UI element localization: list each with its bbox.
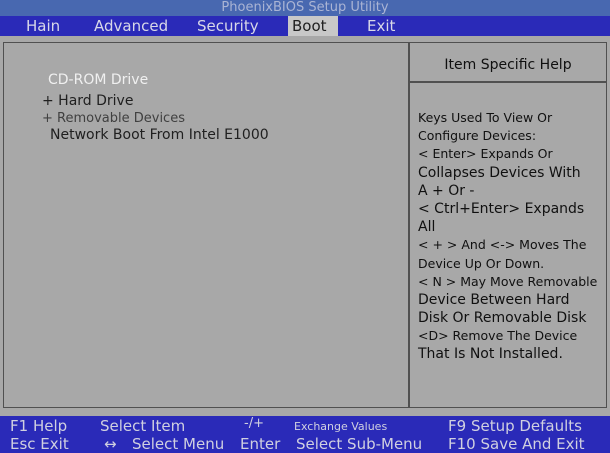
help-line: < Enter> Expands Or [418, 146, 553, 162]
menu-security[interactable]: Security [193, 16, 263, 36]
boot-item-hard-drive[interactable]: + Hard Drive [42, 93, 133, 109]
f9-defaults-key[interactable]: F9 Setup Defaults [448, 417, 582, 435]
menu-boot[interactable]: Boot [288, 16, 338, 36]
help-line: < Ctrl+Enter> Expands [418, 200, 585, 217]
help-line: All [418, 219, 436, 236]
f1-help-key[interactable]: F1 Help [10, 417, 67, 435]
enter-key[interactable]: Enter [240, 435, 280, 453]
menu-advanced[interactable]: Advanced [90, 16, 172, 36]
status-bar: F1 Help Select Item -/+ Exchange Values … [0, 416, 610, 453]
help-header: Item Specific Help [410, 43, 606, 83]
boot-item-network[interactable]: Network Boot From Intel E1000 [50, 127, 269, 143]
help-line: Keys Used To View Or [418, 110, 553, 125]
help-line: Collapses Devices With [418, 164, 581, 181]
select-submenu-label: Select Sub-Menu [296, 435, 423, 453]
help-line: That Is Not Installed. [418, 346, 563, 363]
help-line: Disk Or Removable Disk [418, 310, 587, 327]
select-item-label: Select Item [100, 417, 186, 435]
help-pane: Item Specific Help Keys Used To View Or … [410, 43, 606, 407]
boot-order-pane: CD-ROM Drive + Hard Drive + Removable De… [4, 43, 410, 407]
menu-main[interactable]: Hain [22, 16, 64, 36]
help-line: <D> Remove The Device [418, 328, 578, 344]
help-line: Device Between Hard [418, 291, 570, 308]
esc-exit-key[interactable]: Esc Exit [10, 435, 69, 453]
help-text: Keys Used To View Or Configure Devices: … [418, 109, 602, 364]
menu-exit[interactable]: Exit [363, 16, 399, 36]
help-line: Configure Devices: [418, 128, 537, 144]
f10-save-exit-key[interactable]: F10 Save And Exit [448, 435, 585, 453]
main-frame: CD-ROM Drive + Hard Drive + Removable De… [3, 42, 607, 408]
help-line: A + Or - [418, 182, 475, 199]
left-right-arrows-icon: ↔ [104, 435, 117, 453]
boot-item-cdrom[interactable]: CD-ROM Drive [48, 72, 148, 88]
plus-minus-key[interactable]: -/+ [244, 416, 264, 431]
help-line: < N > May Move Removable [418, 273, 598, 289]
menu-bar: Hain Advanced Security Boot Exit [0, 16, 610, 36]
boot-item-removable[interactable]: + Removable Devices [42, 111, 185, 126]
change-values-label: Exchange Values [294, 420, 388, 433]
help-line: < + > And <-> Moves The [418, 237, 587, 253]
select-menu-label: Select Menu [132, 435, 225, 453]
window-title: PhoenixBIOS Setup Utility [0, 0, 610, 16]
help-line: Device Up Or Down. [418, 255, 545, 271]
